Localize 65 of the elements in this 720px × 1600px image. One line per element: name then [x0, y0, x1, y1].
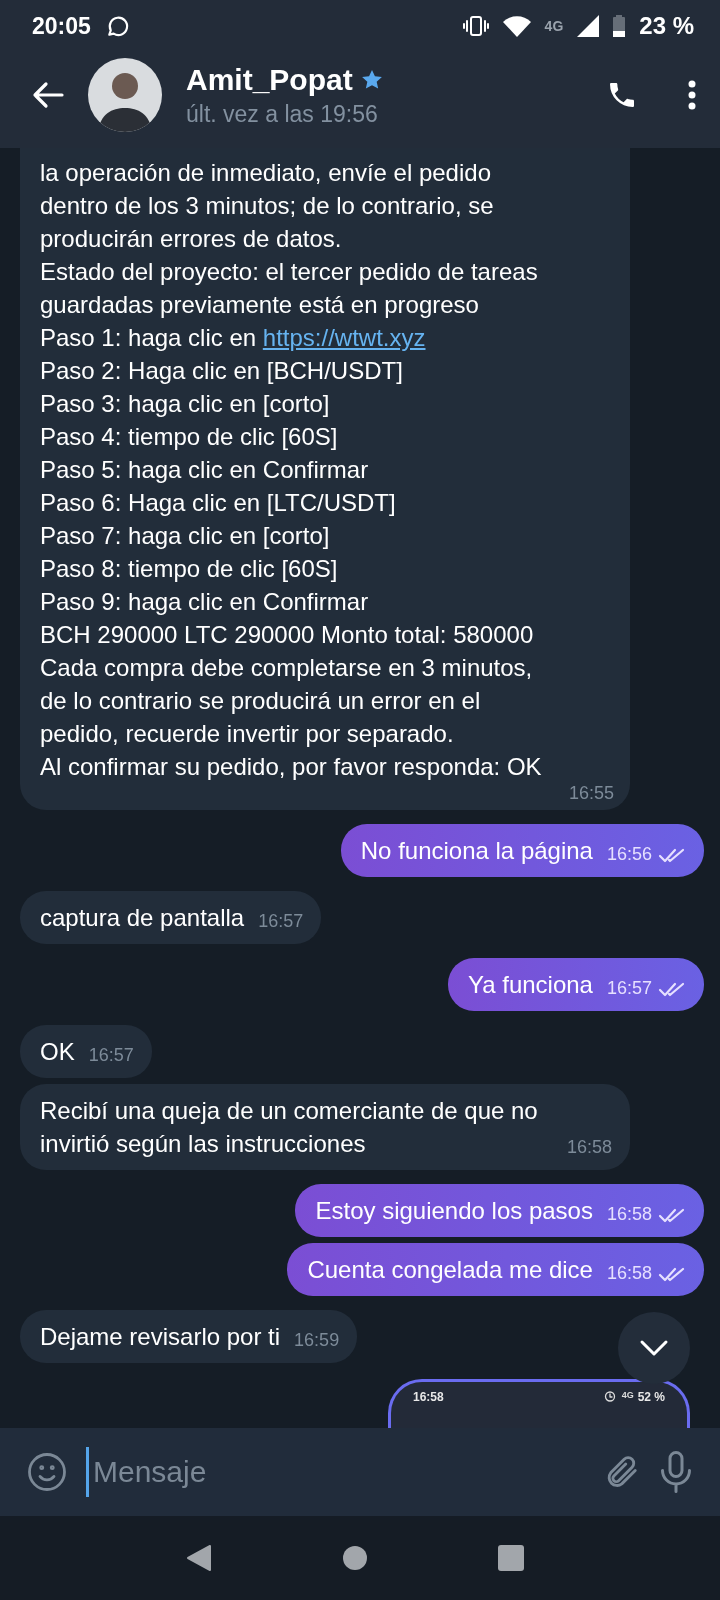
message-line: Paso 9: haga clic en Confirmar [40, 587, 370, 617]
message-line: Paso 7: haga clic en [corto] [40, 521, 331, 551]
alarm-icon [603, 1390, 616, 1402]
message-text: OK [40, 1037, 75, 1067]
screenshot-message[interactable]: 16:58 4G 52 % [388, 1379, 690, 1428]
square-icon [498, 1545, 524, 1571]
message-time: 16:57 [606, 978, 652, 999]
message-line: Cada compra debe completarse en 3 minutos, [40, 653, 534, 683]
network-label: 4G [544, 18, 564, 34]
battery-level: 23 % [639, 12, 694, 40]
message-line: dentro de los 3 minutos; de lo contrario, se [40, 191, 495, 221]
more-button[interactable] [688, 80, 696, 110]
vibrate-icon [462, 15, 489, 37]
message-text-input[interactable]: Mensaje [91, 1454, 584, 1490]
message-line: Paso 1: haga clic en [40, 324, 257, 351]
message-line: pedido, recuerde invertir por separado. [40, 719, 455, 749]
message-line: Paso 6: Haga clic en [LTC/USDT] [40, 488, 397, 518]
message-text: Dejame revisarlo por ti [40, 1322, 281, 1352]
message-composer[interactable]: Mensaje [0, 1428, 720, 1516]
message-time: 16:59 [294, 1330, 340, 1351]
message-line: Paso 4: tiempo de clic [60S] [40, 422, 339, 452]
message-time: 16:58 [606, 1263, 652, 1284]
message-line: producirán errores de datos. [40, 224, 343, 254]
more-icon [688, 80, 696, 110]
message-time: 16:56 [606, 844, 652, 865]
message-line: de lo contrario se producirá un error en el [40, 686, 482, 716]
back-arrow-icon [32, 81, 64, 109]
message-text: Recibí una queja de un comerciante de que no invirtió según las instrucciones [40, 1096, 539, 1159]
message-text: Ya funciona [467, 970, 593, 1000]
circle-icon [342, 1545, 368, 1571]
message-time: 16:58 [606, 1204, 652, 1225]
message-line: la operación de inmediato, envíe el pedido [40, 158, 492, 188]
message-line: Estado del proyecto: el tercer pedido de tareas [40, 257, 539, 287]
message-line: guardadas previamente está en progreso [40, 290, 480, 320]
message-time: 16:55 [568, 783, 614, 804]
screenshot-time: 16:58 [413, 1390, 444, 1404]
microphone-icon[interactable] [658, 1450, 694, 1494]
message-text: captura de pantalla [40, 903, 245, 933]
emoji-icon[interactable] [26, 1451, 68, 1493]
message-line: Paso 5: haga clic en Confirmar [40, 455, 370, 485]
message-line: BCH 290000 LTC 290000 Monto total: 580000 [40, 620, 535, 650]
message-line: Paso 2: Haga clic en [BCH/USDT] [40, 356, 404, 386]
message-text: No funciona la página [360, 836, 593, 866]
wifi-icon [502, 15, 531, 37]
message-time: 16:57 [258, 911, 304, 932]
message-time: 16:58 [566, 1137, 612, 1158]
screenshot-battery: 52 % [637, 1390, 665, 1404]
back-nav-button[interactable] [186, 1544, 212, 1572]
contact-name: Amit_Popat [186, 62, 353, 97]
back-button[interactable] [32, 81, 64, 109]
chevron-down-icon [639, 1339, 669, 1357]
message-line: Paso 3: haga clic en [corto] [40, 389, 331, 419]
signal-icon [577, 15, 600, 37]
clock-time: 20:05 [32, 12, 91, 40]
battery-icon [613, 15, 626, 37]
message-line: Paso 8: tiempo de clic [60S] [40, 554, 339, 584]
message-link[interactable]: https://wtwt.xyz [262, 324, 426, 351]
screenshot-network: 4G [621, 1390, 634, 1400]
triangle-icon [186, 1544, 212, 1572]
message-time: 16:57 [88, 1045, 134, 1066]
last-seen: últ. vez a las 19:56 [186, 100, 379, 128]
home-nav-button[interactable] [342, 1545, 368, 1571]
message-line: Al confirmar su pedido, por favor responda: OK [40, 752, 543, 782]
message-text: Cuenta congelada me dice [307, 1255, 593, 1285]
message-text: Estoy siguiendo los pasos [315, 1196, 593, 1226]
